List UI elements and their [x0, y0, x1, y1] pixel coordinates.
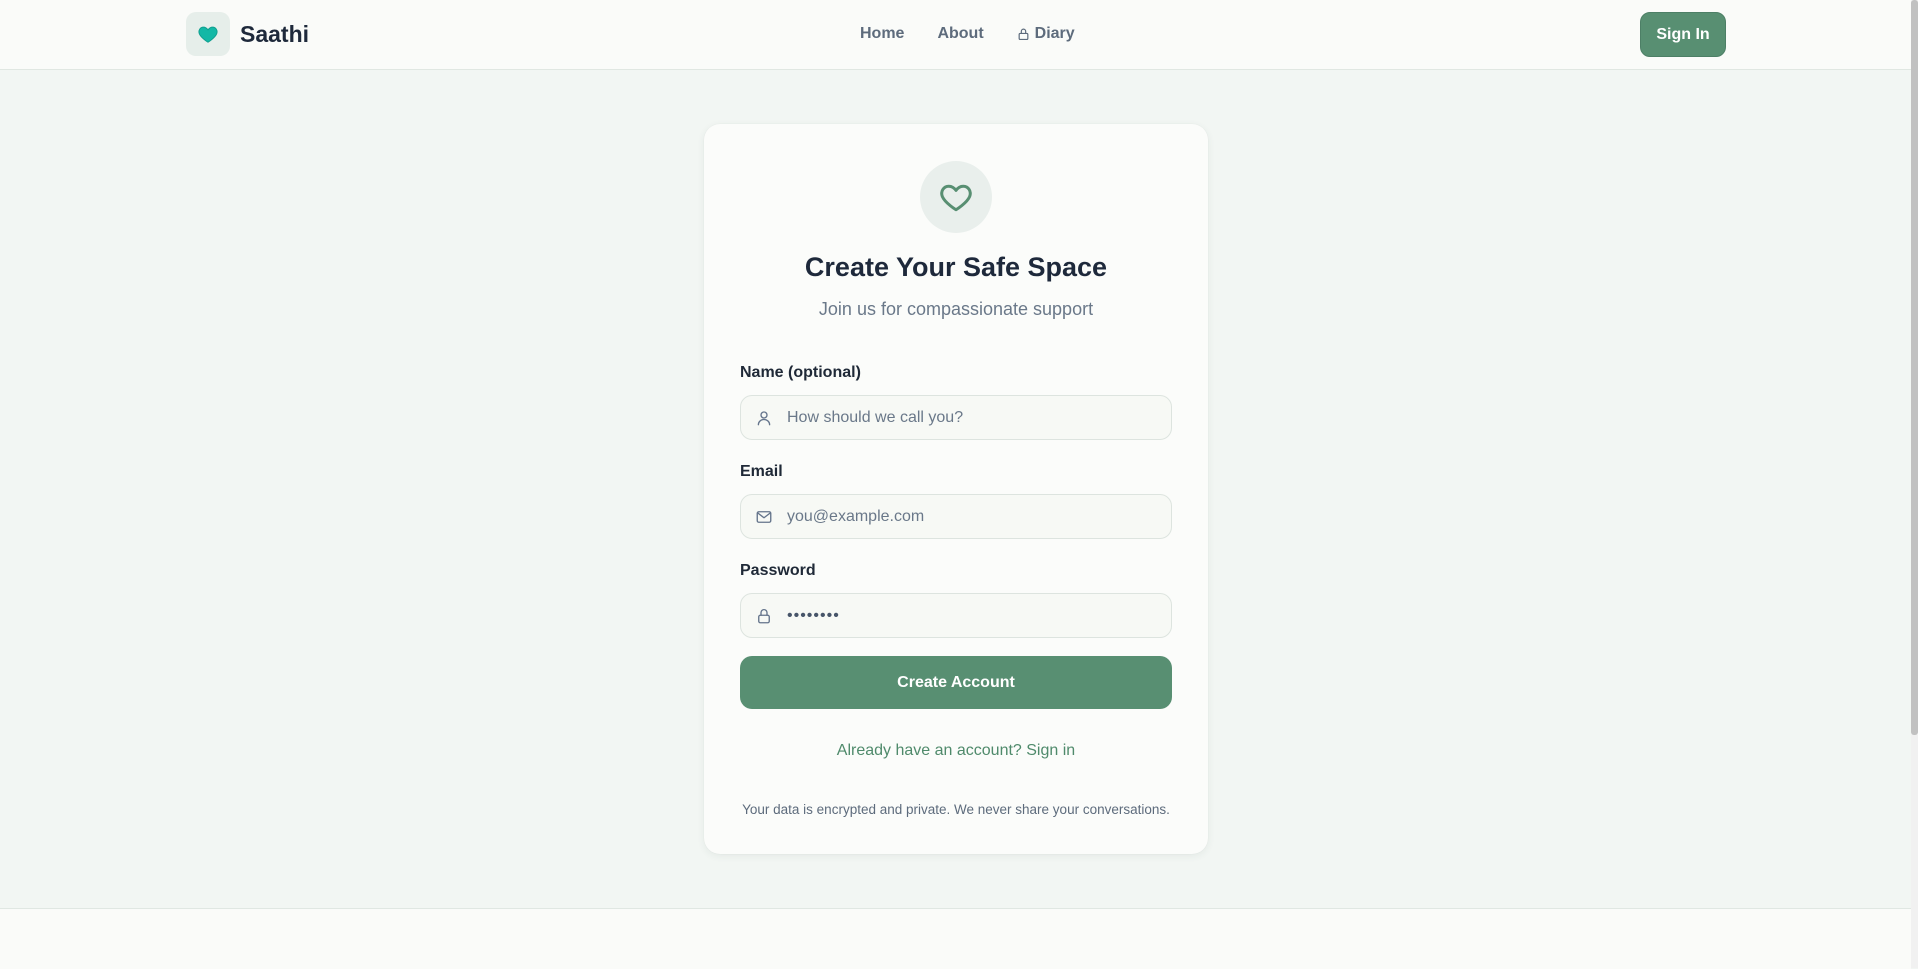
nav-link-diary[interactable]: Diary [1017, 22, 1075, 46]
mail-icon [754, 507, 774, 527]
top-navbar: Saathi Home About Diary Sign In [0, 0, 1911, 70]
nav-link-home[interactable]: Home [860, 22, 904, 46]
user-icon [754, 408, 774, 428]
name-field-label: Name (optional) [740, 364, 861, 381]
heart-outline-icon [940, 184, 972, 212]
name-input[interactable] [787, 408, 1157, 427]
page-footer [0, 908, 1911, 969]
email-field-label: Email [740, 463, 783, 480]
sign-in-link[interactable]: Already have an account? Sign in [704, 742, 1208, 760]
sign-in-button[interactable]: Sign In [1640, 12, 1726, 57]
page-subtitle: Join us for compassionate support [818, 299, 1094, 319]
scrollbar-thumb[interactable] [1911, 0, 1918, 735]
password-field-wrapper[interactable] [740, 593, 1172, 638]
lock-icon [1018, 28, 1029, 41]
hero-icon-badge [920, 161, 992, 233]
heart-icon [198, 26, 218, 43]
nav-link-label: Diary [1034, 25, 1075, 42]
email-input[interactable] [787, 507, 1157, 526]
lock-icon [754, 606, 774, 626]
nav-link-about[interactable]: About [937, 22, 983, 46]
page-scrollbar[interactable] [1911, 0, 1918, 968]
name-field-wrapper[interactable] [740, 395, 1172, 440]
nav-links: Home About Diary [860, 22, 1075, 46]
privacy-note: Your data is encrypted and private. We n… [742, 802, 1170, 817]
brand-home-link[interactable]: Saathi [186, 12, 309, 56]
brand-logo [186, 12, 230, 56]
email-field-wrapper[interactable] [740, 494, 1172, 539]
create-account-button[interactable]: Create Account [740, 656, 1172, 709]
brand-name: Saathi [240, 20, 310, 47]
nav-link-label: About [937, 25, 984, 42]
password-field-label: Password [740, 562, 816, 579]
page-title: Create Your Safe Space [804, 252, 1108, 282]
password-input[interactable] [787, 606, 1157, 625]
signup-card: Create Your Safe Space Join us for compa… [704, 124, 1208, 854]
nav-link-label: Home [860, 25, 905, 42]
